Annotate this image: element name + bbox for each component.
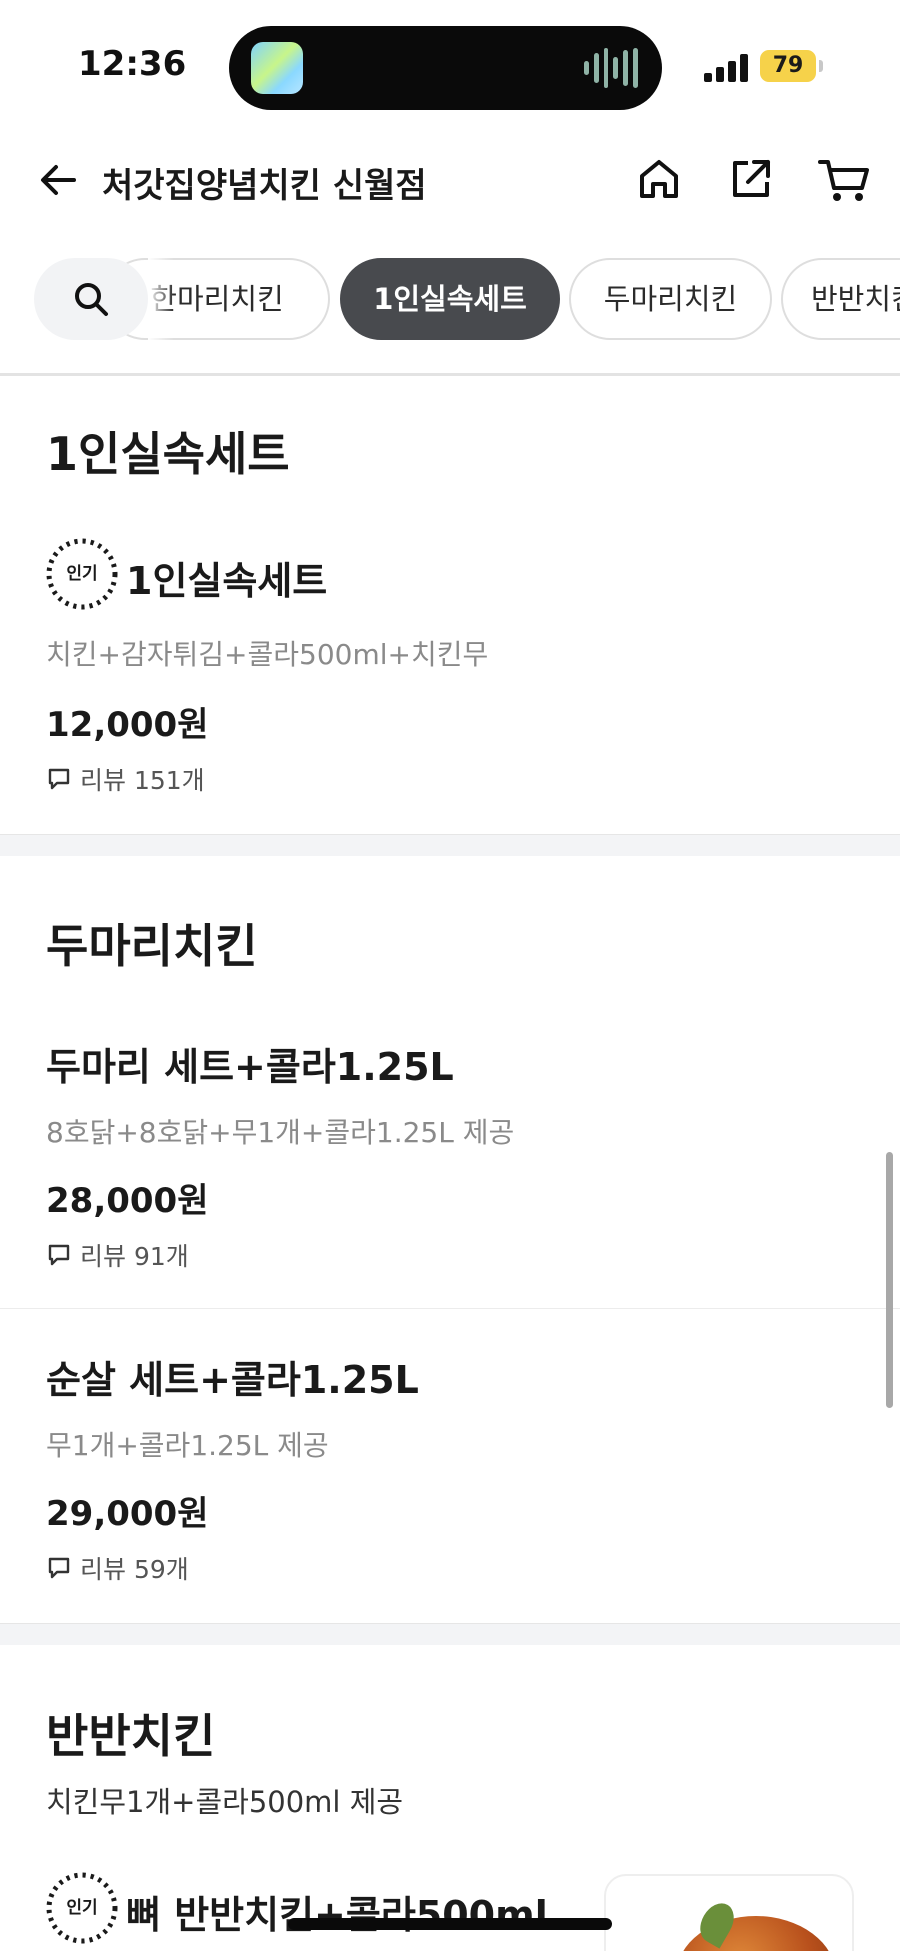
home-icon[interactable]: [634, 154, 684, 204]
category-tab-bar: 한마리치킨 1인실속세트 두마리치킨 반반치킨: [0, 256, 900, 342]
scrollbar[interactable]: [886, 1152, 893, 1408]
review-count-text: 리뷰 91개: [80, 1242, 189, 1271]
battery-indicator: 79: [760, 50, 816, 82]
menu-item-description: 치킨+감자튀김+콜라500ml+치킨무: [46, 638, 489, 671]
back-arrow-icon[interactable]: [36, 158, 80, 202]
tab-category-3[interactable]: 반반치킨: [781, 258, 900, 340]
status-time: 12:36: [78, 44, 187, 84]
menu-item-review-count: 리뷰 59개: [46, 1550, 189, 1586]
share-icon[interactable]: [726, 154, 776, 204]
cart-icon[interactable]: [816, 154, 872, 206]
popular-badge-label: 인기: [66, 564, 98, 584]
menu-item-name: 순살 세트+콜라1.25L: [46, 1358, 419, 1402]
menu-item-photo: [604, 1874, 854, 1951]
review-bubble-icon: [48, 1244, 70, 1266]
store-header: 처갓집양념치킨 신월점: [0, 140, 900, 220]
audio-wave-icon: [584, 46, 638, 90]
menu-search-button[interactable]: [34, 258, 148, 340]
menu-item-name: 뼈 반반치킨+콜라500ml: [126, 1893, 548, 1937]
tab-category-1-active[interactable]: 1인실속세트: [340, 258, 560, 340]
section-gap: [0, 834, 900, 856]
chip-fade-overlay: [148, 256, 174, 342]
menu-item-name: 1인실속세트: [126, 559, 328, 603]
store-title: 처갓집양념치킨 신월점: [102, 166, 427, 206]
home-indicator[interactable]: [288, 1918, 612, 1930]
review-count-text: 리뷰 59개: [80, 1555, 189, 1584]
menu-item-review-count: 리뷰 91개: [46, 1237, 189, 1273]
dynamic-island[interactable]: [229, 26, 662, 110]
now-playing-app-icon: [251, 42, 303, 94]
section-title-1: 1인실속세트: [46, 427, 290, 481]
battery-tip: [819, 60, 823, 72]
tab-category-2[interactable]: 두마리치킨: [569, 258, 772, 340]
menu-item-review-count: 리뷰 151개: [46, 761, 205, 797]
status-bar: 12:36 79: [0, 0, 900, 130]
section-title-2: 두마리치킨: [46, 919, 258, 973]
row-divider: [0, 1308, 900, 1309]
menu-item-price: 28,000원: [46, 1181, 209, 1221]
menu-item-name: 두마리 세트+콜라1.25L: [46, 1045, 454, 1089]
menu-item-description: 8호닭+8호닭+무1개+콜라1.25L 제공: [46, 1116, 515, 1149]
menu-item-price: 12,000원: [46, 705, 209, 745]
search-icon: [75, 283, 108, 316]
menu-item-price: 29,000원: [46, 1494, 209, 1534]
section-gap: [0, 1623, 900, 1645]
popular-badge: 인기: [44, 1870, 120, 1946]
header-divider: [0, 373, 900, 376]
review-bubble-icon: [48, 1557, 70, 1579]
cellular-signal-icon: [704, 52, 748, 82]
popular-badge: 인기: [44, 536, 120, 612]
popular-badge-label: 인기: [66, 1898, 98, 1918]
review-bubble-icon: [48, 768, 70, 790]
section-subtitle: 치킨무1개+콜라500ml 제공: [46, 1785, 404, 1819]
section-title-3: 반반치킨: [46, 1709, 216, 1763]
menu-item-description: 무1개+콜라1.25L 제공: [46, 1429, 329, 1462]
review-count-text: 리뷰 151개: [80, 766, 205, 795]
